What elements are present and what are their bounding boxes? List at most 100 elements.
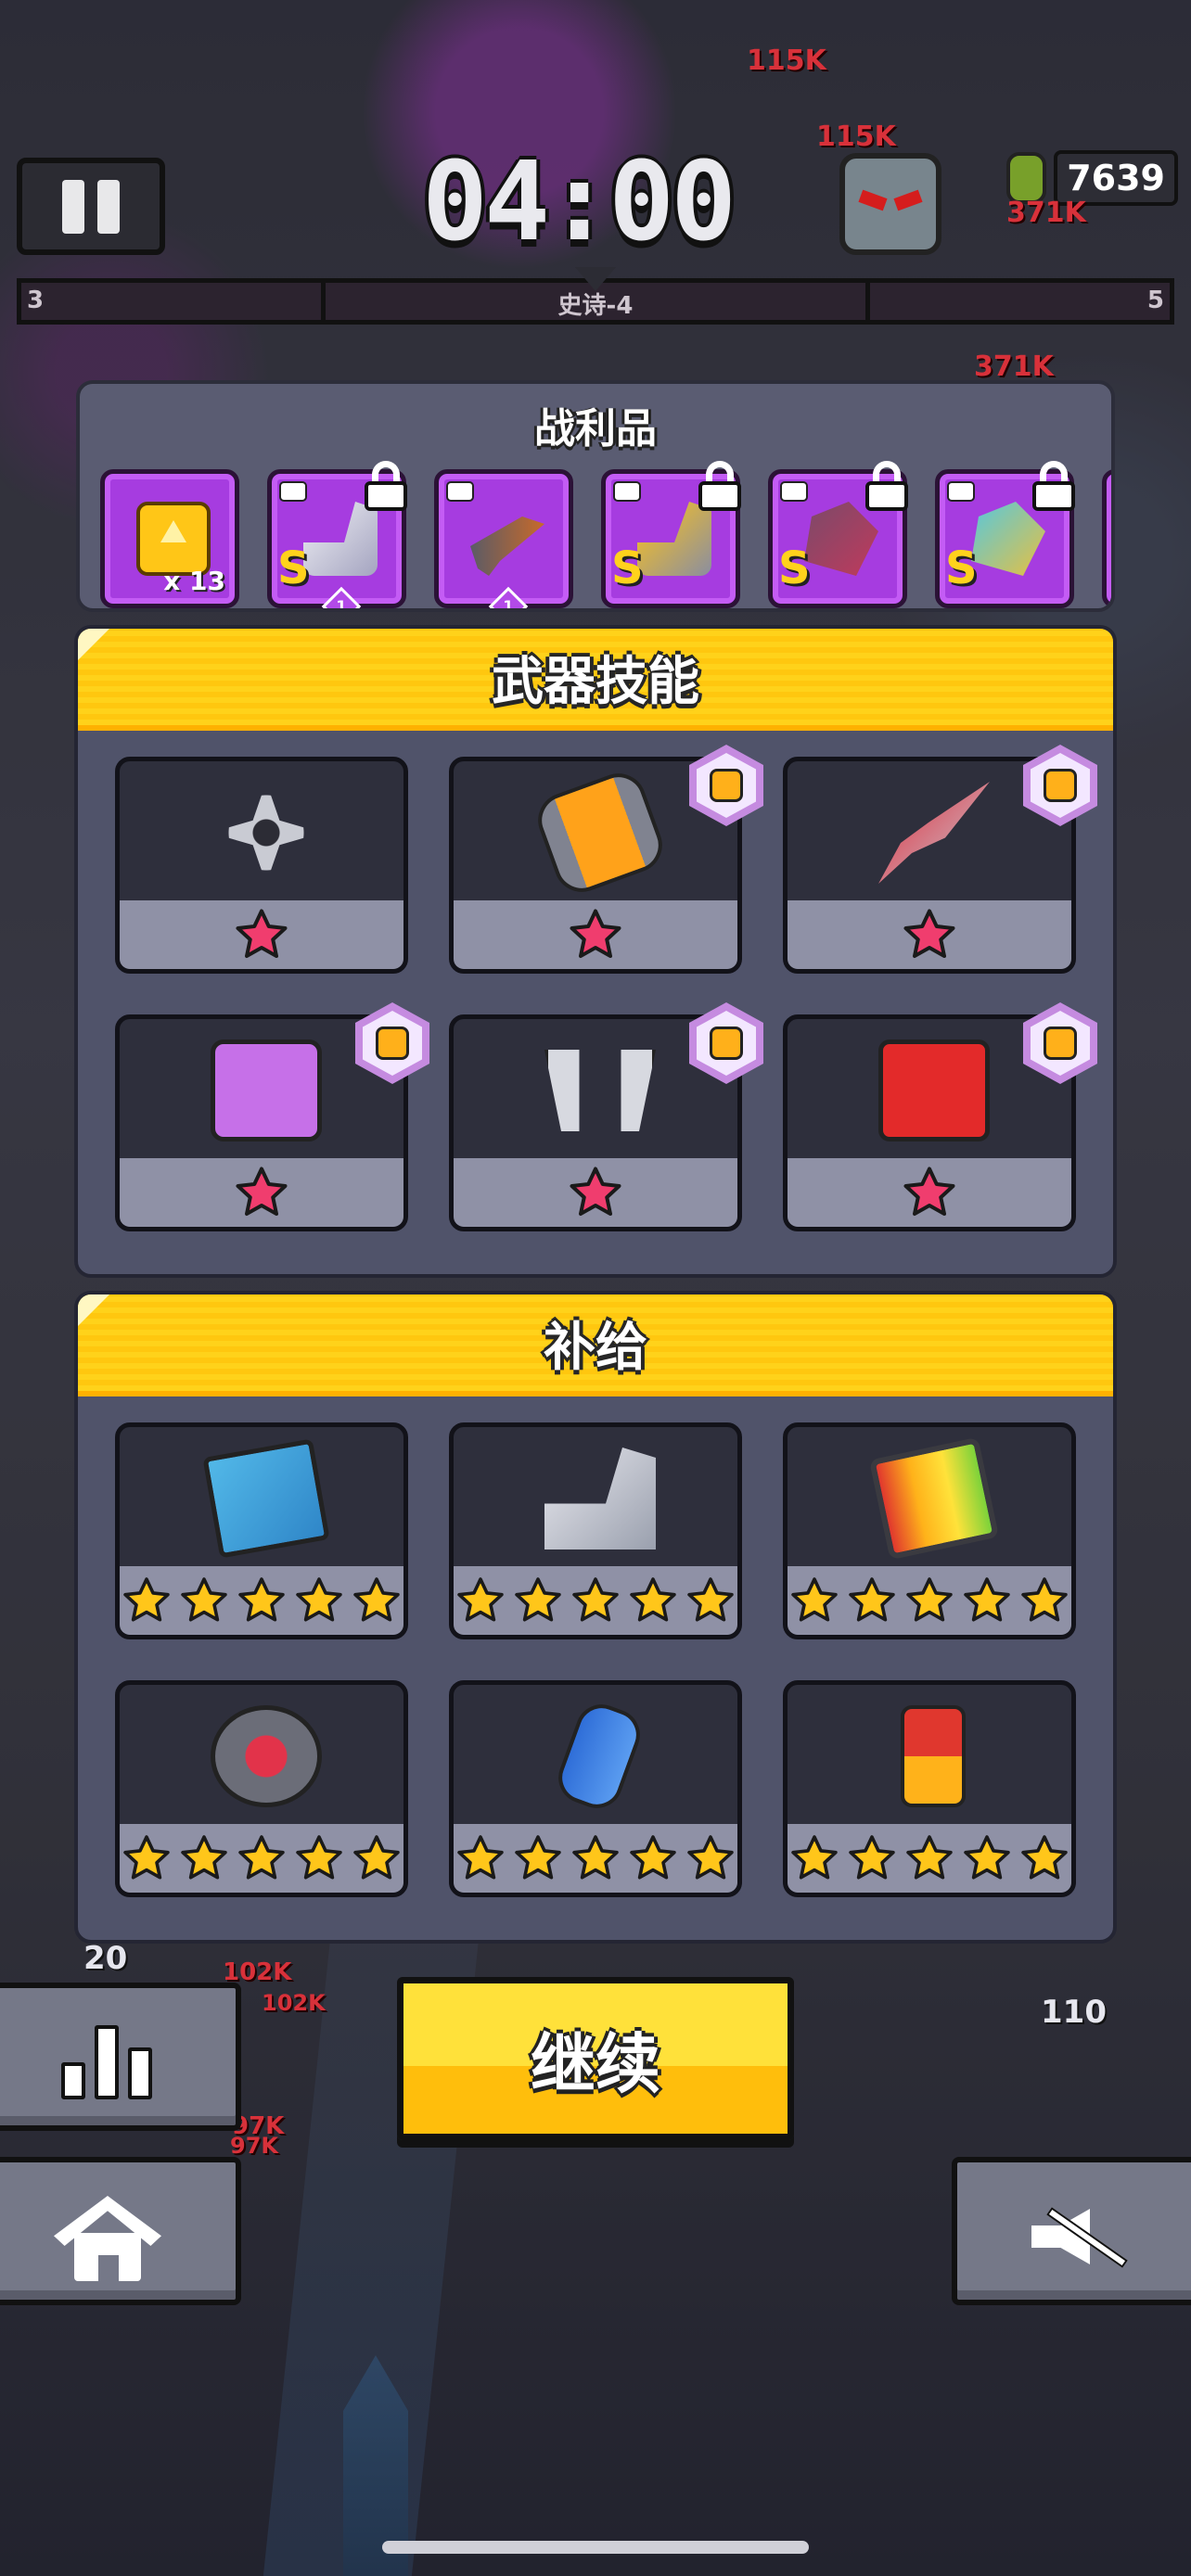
stats-button[interactable]: [0, 1983, 241, 2131]
continue-label: 继续: [531, 2025, 660, 2102]
game-timer: 04:00: [422, 137, 736, 265]
item-card[interactable]: [115, 757, 408, 974]
evolution-badge-icon: [1023, 745, 1097, 826]
star-icon: [961, 1575, 1013, 1626]
travel-book-icon: [202, 1438, 330, 1559]
loot-item[interactable]: 1: [434, 469, 573, 608]
damage-number: 97K: [230, 2133, 278, 2159]
home-button[interactable]: [0, 2157, 241, 2305]
energy-core-icon: [211, 1705, 322, 1807]
star-icon: [788, 1575, 840, 1626]
star-rating: [788, 1566, 1071, 1635]
gauntlet-icon: [804, 502, 878, 576]
star-icon: [846, 1575, 898, 1626]
item-card[interactable]: [783, 1422, 1076, 1639]
loot-item[interactable]: S: [935, 461, 1075, 608]
item-card[interactable]: [115, 1002, 429, 1231]
home-indicator[interactable]: [382, 2541, 809, 2554]
oxygen-tank-icon: [551, 1697, 647, 1816]
item-card[interactable]: [783, 1002, 1097, 1231]
evolution-badge-icon: [1023, 1002, 1097, 1084]
small-counter: 20: [83, 1940, 128, 1977]
loot-item[interactable]: S: [768, 461, 908, 608]
damage-number: 115K: [747, 45, 826, 77]
sneaker-icon: [544, 1447, 656, 1549]
gauntlet-icon: [971, 502, 1045, 576]
star-icon: [570, 1833, 621, 1883]
star-rating: [454, 1566, 737, 1635]
damage-number: 371K: [1006, 197, 1086, 229]
item-card[interactable]: [783, 1680, 1076, 1897]
star-icon: [512, 1575, 564, 1626]
damage-number: 115K: [816, 121, 896, 153]
star-icon: [512, 1833, 564, 1883]
evolution-badge-icon: [689, 745, 763, 826]
lock-icon: [1029, 461, 1079, 511]
mute-icon: [1031, 2200, 1128, 2274]
continue-button[interactable]: 继续: [397, 1977, 794, 2140]
star-icon: [901, 1165, 958, 1220]
star-icon: [570, 1575, 621, 1626]
star-icon: [236, 1833, 288, 1883]
item-card[interactable]: [449, 1680, 742, 1897]
star-icon: [627, 1575, 679, 1626]
loot-row[interactable]: x 13 S 1 1 S S S: [100, 461, 1111, 608]
star-icon: [846, 1833, 898, 1883]
star-icon: [233, 1165, 290, 1220]
star-icon: [121, 1833, 173, 1883]
stage-marker-icon: [575, 267, 616, 291]
star-icon: [351, 1833, 403, 1883]
star-rating: [788, 900, 1071, 969]
right-counter: 110: [1041, 1994, 1107, 2031]
item-card[interactable]: [783, 745, 1097, 974]
star-icon: [293, 1833, 345, 1883]
weapon-skills-grid: [115, 745, 1097, 1231]
level-badge: 1: [488, 586, 529, 608]
boss-icon: [839, 153, 941, 255]
stage-label: 史诗-4: [557, 292, 634, 320]
weapon-skills-title: 武器技能: [492, 651, 699, 712]
star-rating: [454, 1158, 737, 1227]
star-icon: [1018, 1575, 1070, 1626]
star-icon: [961, 1833, 1013, 1883]
grade-label: S: [277, 542, 310, 594]
supplies-header: 补给: [78, 1294, 1113, 1396]
item-card[interactable]: [115, 1680, 408, 1897]
energy-cell-icon: [530, 765, 671, 900]
star-icon: [685, 1575, 736, 1626]
lock-icon: [862, 461, 912, 511]
grade-label: S: [778, 542, 811, 594]
sneaker-icon: [303, 502, 378, 576]
star-rating: [454, 900, 737, 969]
damage-number: 371K: [974, 351, 1054, 383]
loot-panel: 战利品 x 13 S 1 1 S S S: [76, 380, 1115, 612]
star-rating: [454, 1824, 737, 1893]
weapon-skills-panel: 武器技能: [74, 625, 1117, 1278]
item-card[interactable]: [449, 1002, 763, 1231]
pause-button[interactable]: [17, 158, 165, 255]
star-icon: [351, 1575, 403, 1626]
star-icon: [567, 907, 624, 963]
battery-pack-icon: [868, 1436, 1000, 1561]
item-card[interactable]: [115, 1422, 408, 1639]
star-rating: [120, 900, 403, 969]
star-icon: [121, 1575, 173, 1626]
star-icon: [293, 1575, 345, 1626]
sound-toggle-button[interactable]: [952, 2157, 1191, 2305]
shuriken-icon: [211, 782, 322, 884]
star-icon: [567, 1165, 624, 1220]
item-card[interactable]: [449, 745, 763, 974]
weapon-type-icon: [446, 481, 474, 502]
bar-chart-icon: [61, 2025, 163, 2099]
star-rating: [120, 1566, 403, 1635]
supplies-grid: [115, 1422, 1076, 1897]
loot-item[interactable]: x 13: [100, 469, 239, 608]
loot-item[interactable]: S 1: [267, 461, 407, 608]
loot-item[interactable]: S: [601, 461, 741, 608]
item-card[interactable]: [449, 1422, 742, 1639]
loot-item-partial[interactable]: [1102, 469, 1111, 608]
stage-left-label: 3: [27, 287, 45, 314]
kunai-icon: [878, 782, 990, 884]
lock-icon: [361, 461, 411, 511]
fuel-can-icon: [878, 1039, 990, 1141]
